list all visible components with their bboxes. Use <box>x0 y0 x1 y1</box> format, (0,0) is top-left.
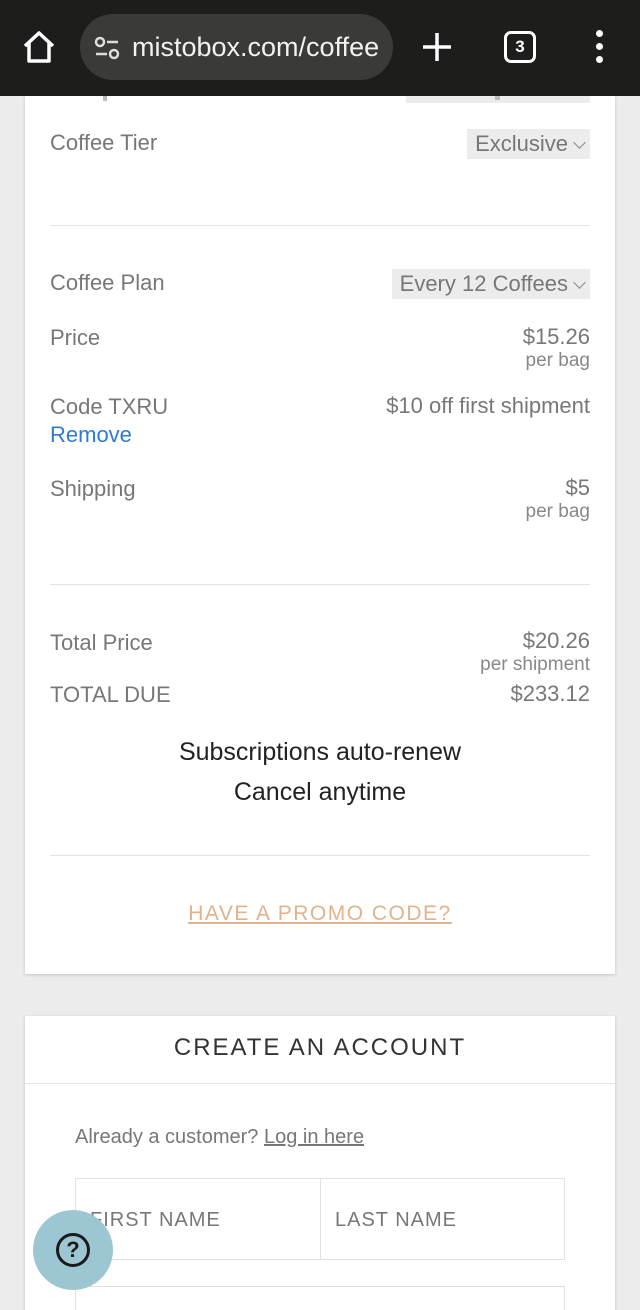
divider <box>25 1083 615 1084</box>
help-icon: ? <box>56 1233 90 1267</box>
price-label: Price <box>50 325 101 350</box>
coffee-tier-select[interactable]: Exclusive <box>467 129 590 159</box>
coffee-plan-label: Coffee Plan <box>50 270 165 295</box>
chevron-down-icon <box>573 136 586 149</box>
tune-icon[interactable] <box>94 36 120 60</box>
remove-code-link[interactable]: Remove <box>50 422 132 448</box>
next-form-field[interactable] <box>75 1286 565 1310</box>
total-due-value: $233.12 <box>510 681 590 706</box>
divider <box>50 855 590 856</box>
total-price-value: $20.26 per shipment <box>480 629 590 677</box>
price-value: $15.26 per bag <box>523 325 590 373</box>
home-icon[interactable] <box>20 28 58 66</box>
tab-switcher-icon[interactable]: 3 <box>504 31 536 63</box>
create-account-card: CREATE AN ACCOUNT Already a customer? Lo… <box>25 1016 615 1310</box>
price-amount: $15.26 <box>522 324 590 349</box>
more-vert-icon[interactable] <box>592 30 606 66</box>
shipping-unit: per bag <box>525 501 590 522</box>
total-due-label: TOTAL DUE <box>50 682 171 707</box>
coffee-tier-label: Coffee Tier <box>50 130 158 155</box>
total-price-label: Total Price <box>50 630 153 655</box>
auto-renew-notice: Subscriptions auto-renew <box>178 738 462 766</box>
divider <box>50 584 590 585</box>
shipping-value: $5 per bag <box>526 476 590 524</box>
promo-code-link[interactable]: HAVE A PROMO CODE? <box>25 902 615 926</box>
total-price-unit: per shipment <box>480 654 590 675</box>
order-summary-card: Coffee Tier Exclusive Coffee Plan Every … <box>25 96 615 974</box>
cut-off-text <box>103 96 107 101</box>
already-customer-text: Already a customer? Log in here <box>75 1126 364 1149</box>
browser-toolbar: mistobox.com/coffee 3 <box>0 0 640 96</box>
already-customer-label: Already a customer? <box>75 1126 259 1148</box>
cancel-anytime-notice: Cancel anytime <box>233 778 407 806</box>
divider <box>50 225 590 226</box>
cut-off-text <box>495 96 500 100</box>
url-text: mistobox.com/coffee <box>132 32 380 62</box>
last-name-field[interactable]: LAST NAME <box>320 1178 565 1260</box>
coffee-plan-select[interactable]: Every 12 Coffees <box>391 269 590 299</box>
price-unit: per bag <box>525 350 590 371</box>
plus-icon[interactable] <box>420 30 454 64</box>
shipping-amount: $5 <box>565 475 590 500</box>
login-link[interactable]: Log in here <box>264 1126 364 1148</box>
help-button[interactable]: ? <box>33 1210 113 1290</box>
chevron-down-icon <box>573 276 586 289</box>
coffee-plan-value: Every 12 Coffees <box>399 271 568 296</box>
total-price-amount: $20.26 <box>522 628 590 653</box>
address-bar[interactable]: mistobox.com/coffee <box>80 14 393 80</box>
coffee-tier-value: Exclusive <box>475 131 568 156</box>
code-label: Code TXRU <box>50 394 169 419</box>
code-discount: $10 off first shipment <box>386 393 590 418</box>
create-account-title: CREATE AN ACCOUNT <box>173 1034 467 1061</box>
shipping-label: Shipping <box>50 476 136 501</box>
